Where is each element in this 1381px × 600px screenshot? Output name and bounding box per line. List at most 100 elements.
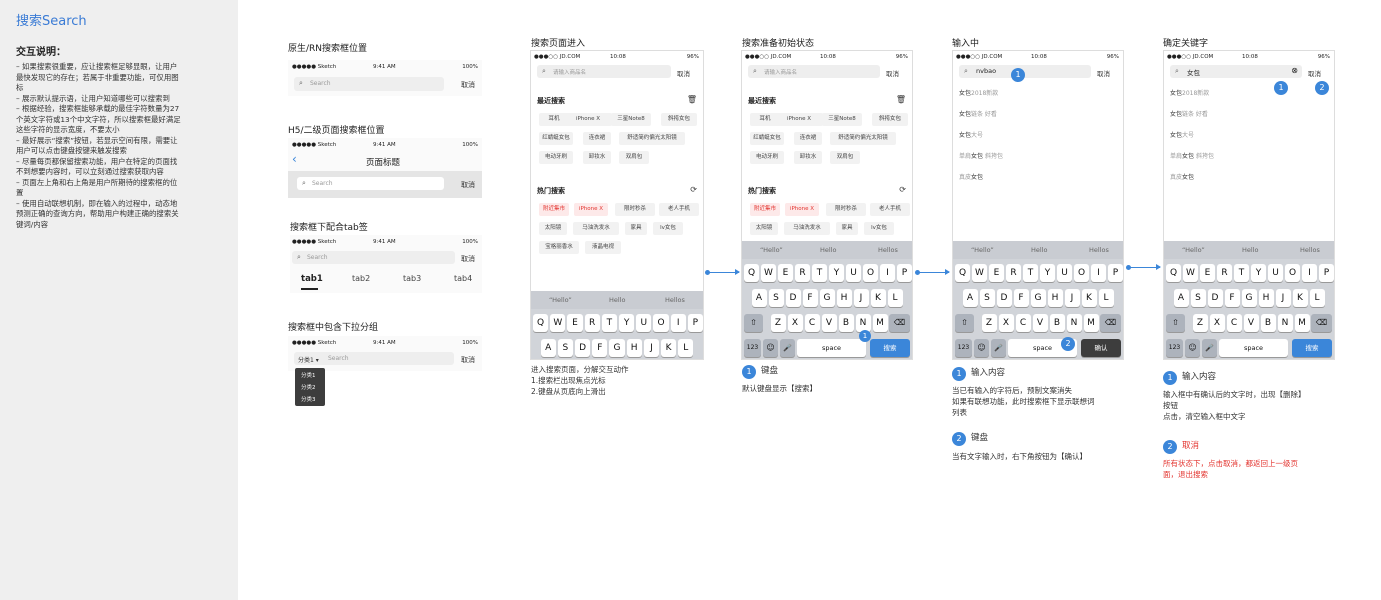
key-z[interactable]: Z	[1192, 314, 1208, 332]
key-h[interactable]: H	[1047, 289, 1063, 307]
action-key[interactable]: 搜索	[1292, 339, 1332, 357]
search-input[interactable]: ⌕ Search	[294, 77, 444, 91]
numbers-key[interactable]: 123	[1166, 339, 1183, 357]
key-c[interactable]: C	[1226, 314, 1242, 332]
key-e[interactable]: E	[1200, 264, 1215, 282]
trash-icon[interactable]: 🗑	[896, 95, 906, 104]
recent-chip[interactable]: 斜挎女包	[661, 113, 697, 126]
key-l[interactable]: L	[1098, 289, 1114, 307]
keyboard-suggestion[interactable]: “Hello”	[971, 246, 994, 254]
hot-chip[interactable]: 附近集市	[539, 203, 569, 216]
key-b[interactable]: B	[838, 314, 854, 332]
key-r[interactable]: R	[795, 264, 810, 282]
key-g[interactable]: G	[609, 339, 625, 357]
key-r[interactable]: R	[1006, 264, 1021, 282]
key-i[interactable]: I	[1302, 264, 1317, 282]
key-t[interactable]: T	[1234, 264, 1249, 282]
backspace-key[interactable]: ⌫	[1100, 314, 1121, 332]
backspace-key[interactable]: ⌫	[889, 314, 910, 332]
category-dropdown[interactable]: 分类1 ▾	[298, 355, 319, 364]
dropdown-item-3[interactable]: 分类3	[301, 395, 316, 403]
key-d[interactable]: D	[785, 289, 801, 307]
keyboard-suggestion[interactable]: Hellos	[665, 296, 685, 304]
hot-chip[interactable]: 附近集市	[750, 203, 780, 216]
key-a[interactable]: A	[751, 289, 767, 307]
key-d[interactable]: D	[1207, 289, 1223, 307]
hot-chip[interactable]: 家具	[836, 222, 858, 235]
recent-chip[interactable]: 三星Note8	[822, 113, 862, 126]
cancel-button[interactable]: 取消	[886, 68, 899, 78]
key-b[interactable]: B	[1260, 314, 1276, 332]
key-l[interactable]: L	[1309, 289, 1325, 307]
hot-chip[interactable]: 太阳镜	[750, 222, 778, 235]
space-key[interactable]: space	[797, 339, 866, 357]
key-b[interactable]: B	[1049, 314, 1065, 332]
key-z[interactable]: Z	[770, 314, 786, 332]
key-t[interactable]: T	[601, 314, 617, 332]
key-f[interactable]: F	[1224, 289, 1240, 307]
key-l[interactable]: L	[678, 339, 694, 357]
key-x[interactable]: X	[787, 314, 803, 332]
recent-chip[interactable]: iPhone X	[775, 113, 823, 126]
hot-chip[interactable]: 马油洗发水	[573, 222, 619, 235]
key-s[interactable]: S	[1190, 289, 1206, 307]
keyboard-suggestion[interactable]: “Hello”	[549, 296, 572, 304]
search-input[interactable]: 分类1 ▾ Search	[294, 352, 454, 365]
key-a[interactable]: A	[1173, 289, 1189, 307]
key-p[interactable]: P	[1108, 264, 1123, 282]
key-x[interactable]: X	[1209, 314, 1225, 332]
clear-icon[interactable]: ⊗	[1291, 66, 1298, 75]
key-s[interactable]: S	[768, 289, 784, 307]
suggestion-item[interactable]: 真皮女包	[1170, 172, 1194, 181]
suggestion-item[interactable]: 女包链条 好看	[1170, 109, 1208, 118]
recent-chip[interactable]: 卸妆水	[794, 151, 822, 164]
suggestion-item[interactable]: 单肩女包 斜挎包	[959, 151, 1003, 160]
recent-chip[interactable]: 卸妆水	[583, 151, 611, 164]
key-g[interactable]: G	[1241, 289, 1257, 307]
recent-chip[interactable]: 电动牙刷	[750, 151, 784, 164]
keyboard-suggestion[interactable]: Hellos	[1089, 246, 1109, 254]
shift-key[interactable]: ⇧	[744, 314, 763, 332]
key-p[interactable]: P	[1319, 264, 1334, 282]
recent-chip[interactable]: 连衣裙	[583, 132, 611, 145]
cancel-button[interactable]: 取消	[677, 68, 690, 78]
cancel-button[interactable]: 取消	[1308, 68, 1321, 78]
numbers-key[interactable]: 123	[955, 339, 972, 357]
trash-icon[interactable]: 🗑	[687, 95, 697, 104]
key-e[interactable]: E	[989, 264, 1004, 282]
key-d[interactable]: D	[575, 339, 591, 357]
refresh-icon[interactable]: ⟳	[899, 185, 906, 194]
key-i[interactable]: I	[1091, 264, 1106, 282]
key-y[interactable]: Y	[1251, 264, 1266, 282]
hot-chip[interactable]: 老人手机	[659, 203, 699, 216]
keyboard-suggestion[interactable]: Hello	[609, 296, 625, 304]
key-i[interactable]: I	[880, 264, 895, 282]
hot-chip[interactable]: 液晶电视	[585, 241, 621, 254]
key-f[interactable]: F	[1013, 289, 1029, 307]
search-input[interactable]: ⌕ Search	[297, 177, 444, 190]
key-m[interactable]: M	[1083, 314, 1099, 332]
recent-chip[interactable]: 双肩包	[619, 151, 649, 164]
key-q[interactable]: Q	[1166, 264, 1181, 282]
recent-chip[interactable]: 三星Note8	[611, 113, 651, 126]
key-r[interactable]: R	[1217, 264, 1232, 282]
key-j[interactable]: J	[853, 289, 869, 307]
key-m[interactable]: M	[872, 314, 888, 332]
suggestion-item[interactable]: 真皮女包	[959, 172, 983, 181]
key-a[interactable]: A	[962, 289, 978, 307]
keyboard-suggestion[interactable]: “Hello”	[1182, 246, 1205, 254]
key-o[interactable]: O	[1074, 264, 1089, 282]
numbers-key[interactable]: 123	[744, 339, 761, 357]
emoji-key[interactable]: ☺	[763, 339, 778, 357]
suggestion-item[interactable]: 女包2018新款	[1170, 88, 1209, 97]
mic-key[interactable]: 🎤	[1202, 339, 1217, 357]
search-input[interactable]: ⌕ 女包 ⊗	[1170, 65, 1302, 78]
dropdown-item-1[interactable]: 分类1	[301, 371, 316, 379]
key-f[interactable]: F	[592, 339, 608, 357]
search-input[interactable]: ⌕ Search	[292, 251, 455, 264]
key-k[interactable]: K	[870, 289, 886, 307]
key-t[interactable]: T	[1023, 264, 1038, 282]
key-s[interactable]: S	[979, 289, 995, 307]
key-v[interactable]: V	[1032, 314, 1048, 332]
key-k[interactable]: K	[1081, 289, 1097, 307]
